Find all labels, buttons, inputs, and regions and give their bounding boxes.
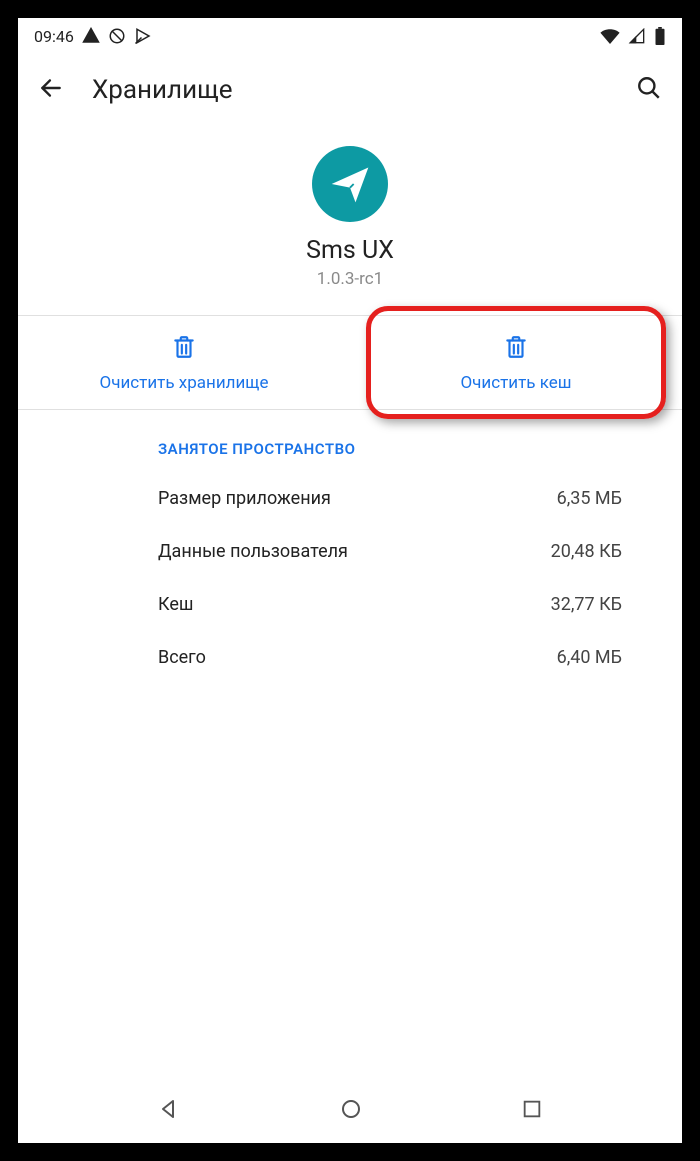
row-label: Данные пользователя [158,541,348,562]
row-value: 6,40 МБ [557,647,622,668]
nav-home-button[interactable] [339,1097,363,1125]
navigation-bar [18,1079,682,1143]
appbar: Хранилище [18,54,682,126]
trash-icon [171,334,197,365]
row-total: Всего 6,40 МБ [18,631,682,684]
row-label: Размер приложения [158,488,331,509]
app-name: Sms UX [306,236,394,265]
row-label: Всего [158,647,206,668]
page-title: Хранилище [92,75,608,105]
app-info-block: Sms UX 1.0.3-rc1 [18,126,682,315]
wifi-icon [600,28,620,44]
trash-icon [503,334,529,365]
section-header: ЗАНЯТОЕ ПРОСТРАНСТВО [18,410,682,472]
row-app-size: Размер приложения 6,35 МБ [18,472,682,525]
no-sign-icon [108,27,126,45]
status-time: 09:46 [34,27,74,46]
nav-back-button[interactable] [157,1097,181,1125]
app-icon [312,146,388,222]
back-button[interactable] [38,75,64,105]
row-label: Кеш [158,594,193,615]
row-value: 6,35 МБ [557,488,622,509]
actions-row: Очистить хранилище Очистить кеш [18,315,682,410]
row-value: 20,48 КБ [551,541,622,562]
clear-storage-label: Очистить хранилище [100,373,269,393]
statusbar: 09:46 [18,18,682,54]
play-icon [134,27,152,45]
row-user-data: Данные пользователя 20,48 КБ [18,525,682,578]
clear-cache-button[interactable]: Очистить кеш [350,316,682,409]
nav-recent-button[interactable] [521,1098,543,1124]
clear-cache-label: Очистить кеш [460,373,571,393]
battery-icon [654,27,666,45]
search-button[interactable] [636,75,662,105]
app-version: 1.0.3-rc1 [317,269,383,289]
clear-storage-button[interactable]: Очистить хранилище [18,316,350,409]
signal-icon [628,28,646,44]
row-value: 32,77 КБ [551,594,622,615]
warning-icon [82,27,100,45]
row-cache: Кеш 32,77 КБ [18,578,682,631]
